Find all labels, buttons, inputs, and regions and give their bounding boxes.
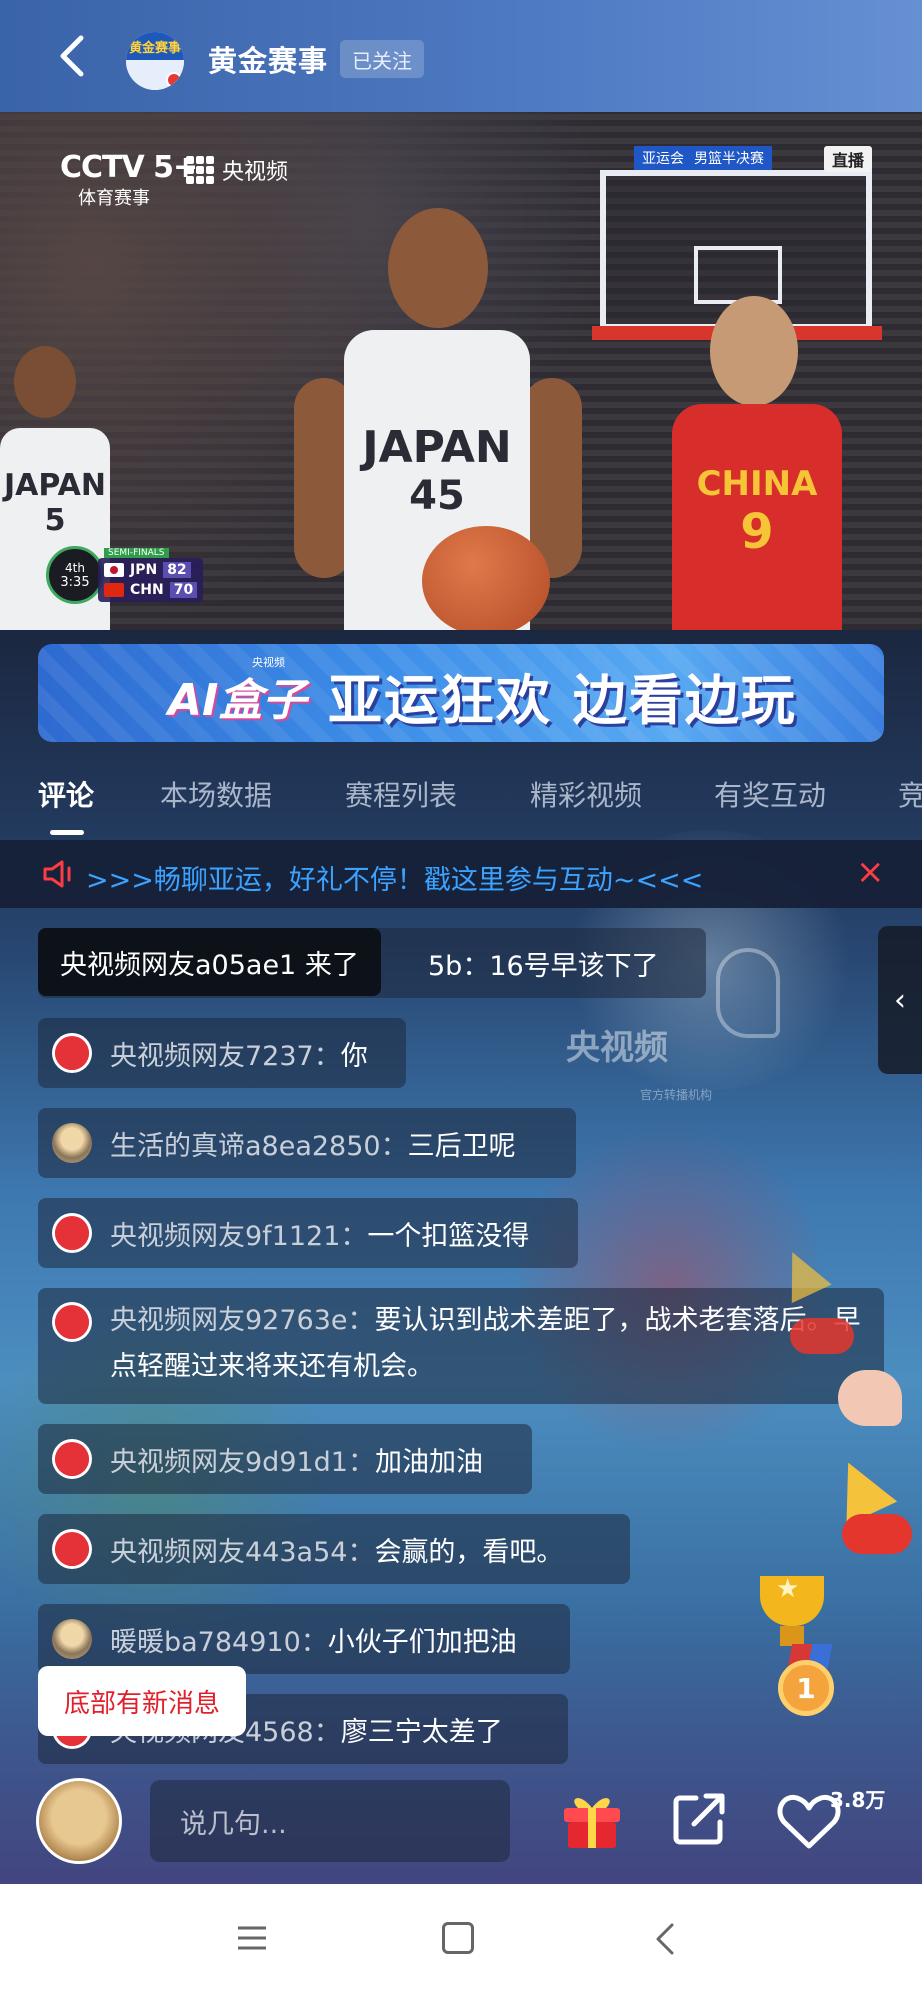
back-button[interactable] <box>48 30 94 82</box>
channel-name[interactable]: 黄金赛事 <box>208 38 328 80</box>
tab-more[interactable]: 竞 <box>898 774 922 814</box>
game-clock: 4th 3:35 <box>46 546 104 604</box>
chat-message: 央视频网友9f1121：一个扣篮没得 <box>38 1198 578 1268</box>
ysp-icon <box>186 156 214 184</box>
megaphone-icon <box>43 860 71 888</box>
tab-interactive[interactable]: 有奖互动 <box>714 774 826 814</box>
default-avatar-icon <box>52 1302 92 1342</box>
promo-banner[interactable]: 央视频 AI盒子 亚运狂欢 边看边玩 <box>38 644 884 742</box>
chat-message: 生活的真谛a8ea2850：三后卫呢 <box>38 1108 576 1178</box>
jersey-number: 9 <box>740 504 774 560</box>
tab-match-stats[interactable]: 本场数据 <box>160 774 272 814</box>
chat-message: 央视频网友9d91d1：加油加油 <box>38 1424 532 1494</box>
chat-message: 央视频网友92763e：要认识到战术差距了，战术老套落后。早点轻醒过来将来还有机… <box>38 1288 884 1404</box>
star-icon: ★ <box>776 1574 800 1604</box>
banner-ai-label: AI盒子 <box>168 675 307 726</box>
user-joined-toast: 央视频网友a05ae1 来了 <box>38 928 381 996</box>
tab-schedule[interactable]: 赛程列表 <box>345 774 457 814</box>
japan-flag-icon <box>104 563 124 577</box>
event-tag: 亚运会 男篮半决赛 <box>634 146 772 170</box>
jersey-number: 45 <box>409 473 465 519</box>
my-avatar[interactable] <box>36 1778 122 1864</box>
broadcaster-logo: CCTV 5+ <box>60 150 198 185</box>
broadcaster-sub: 体育赛事 <box>78 188 150 209</box>
score-row-chn: CHN 70 <box>104 580 198 600</box>
basketball <box>422 526 550 630</box>
promo-notice-bar[interactable]: >>>畅聊亚运，好礼不停！戳这里参与互动~<<< × <box>0 840 922 908</box>
close-icon[interactable]: × <box>856 852 885 892</box>
tab-bar: 评论 本场数据 赛程列表 精彩视频 有奖互动 竞 <box>0 760 922 832</box>
chat-message: 央视频网友443a54：会赢的，看吧。 <box>38 1514 630 1584</box>
chat-message: 暖暖ba784910：小伙子们加把油 <box>38 1604 570 1674</box>
player-japan-45: JAPAN 45 <box>286 208 586 630</box>
gift-icon[interactable] <box>560 1788 624 1850</box>
platform-logo: 央视频 <box>186 154 288 186</box>
banner-title: 亚运狂欢 边看边玩 <box>328 669 797 732</box>
notice-text: >>>畅聊亚运，好礼不停！戳这里参与互动~<<< <box>86 865 704 896</box>
video-player[interactable]: JAPAN 5 JAPAN 45 CHINA 9 CCTV 5+ 体育赛事 央视… <box>0 112 922 630</box>
channel-logo-text: 黄金赛事 <box>126 32 184 60</box>
user-avatar <box>52 1123 92 1163</box>
like-count: 3.8万 <box>830 1788 886 1812</box>
new-messages-button[interactable]: 底部有新消息 <box>38 1666 247 1736</box>
default-avatar-icon <box>52 1033 92 1073</box>
chat-message: 央视频网友7237：你 <box>38 1018 406 1088</box>
tab-highlights[interactable]: 精彩视频 <box>530 774 642 814</box>
default-avatar-icon <box>52 1213 92 1253</box>
games-logo-watermark <box>716 948 780 1038</box>
tab-comments[interactable]: 评论 <box>38 774 94 814</box>
share-icon[interactable] <box>668 1788 730 1850</box>
whistle-icon <box>790 1318 854 1354</box>
jersey-text: JAPAN <box>362 422 512 473</box>
scoreboard: 4th 3:35 SEMI-FINALS JPN 82 CHN 70 <box>46 546 204 604</box>
comment-input[interactable]: 说几句... <box>150 1780 510 1862</box>
player-china-9: CHINA 9 <box>660 296 880 630</box>
flexed-arm-icon <box>838 1370 902 1426</box>
gold-medal-icon: 1 <box>778 1660 834 1716</box>
active-tab-indicator <box>50 830 84 835</box>
watermark: 央视频 <box>566 1028 668 1068</box>
whistle-icon <box>842 1514 912 1554</box>
watermark-sub: 官方转播机构 <box>640 1088 713 1102</box>
live-badge: 直播 <box>824 146 873 172</box>
home-icon[interactable] <box>442 1922 474 1954</box>
menu-icon[interactable] <box>236 1924 268 1952</box>
back-icon[interactable] <box>652 1922 680 1956</box>
jersey-number: 5 <box>44 503 66 538</box>
default-avatar-icon <box>52 1439 92 1479</box>
follow-button[interactable]: 已关注 <box>340 40 424 78</box>
default-avatar-icon <box>52 1529 92 1569</box>
top-bar: 黄金赛事 黄金赛事 已关注 <box>0 0 922 112</box>
china-flag-icon <box>104 583 124 597</box>
jersey-text: CHINA <box>696 464 818 504</box>
channel-logo[interactable]: 黄金赛事 <box>126 32 184 90</box>
verified-badge <box>166 72 182 88</box>
jersey-text: JAPAN <box>4 468 106 503</box>
score-row-jpn: JPN 82 <box>104 560 197 580</box>
side-panel-toggle[interactable]: ‹ <box>878 926 922 1074</box>
chevron-left-icon <box>60 35 84 77</box>
user-avatar <box>52 1619 92 1659</box>
